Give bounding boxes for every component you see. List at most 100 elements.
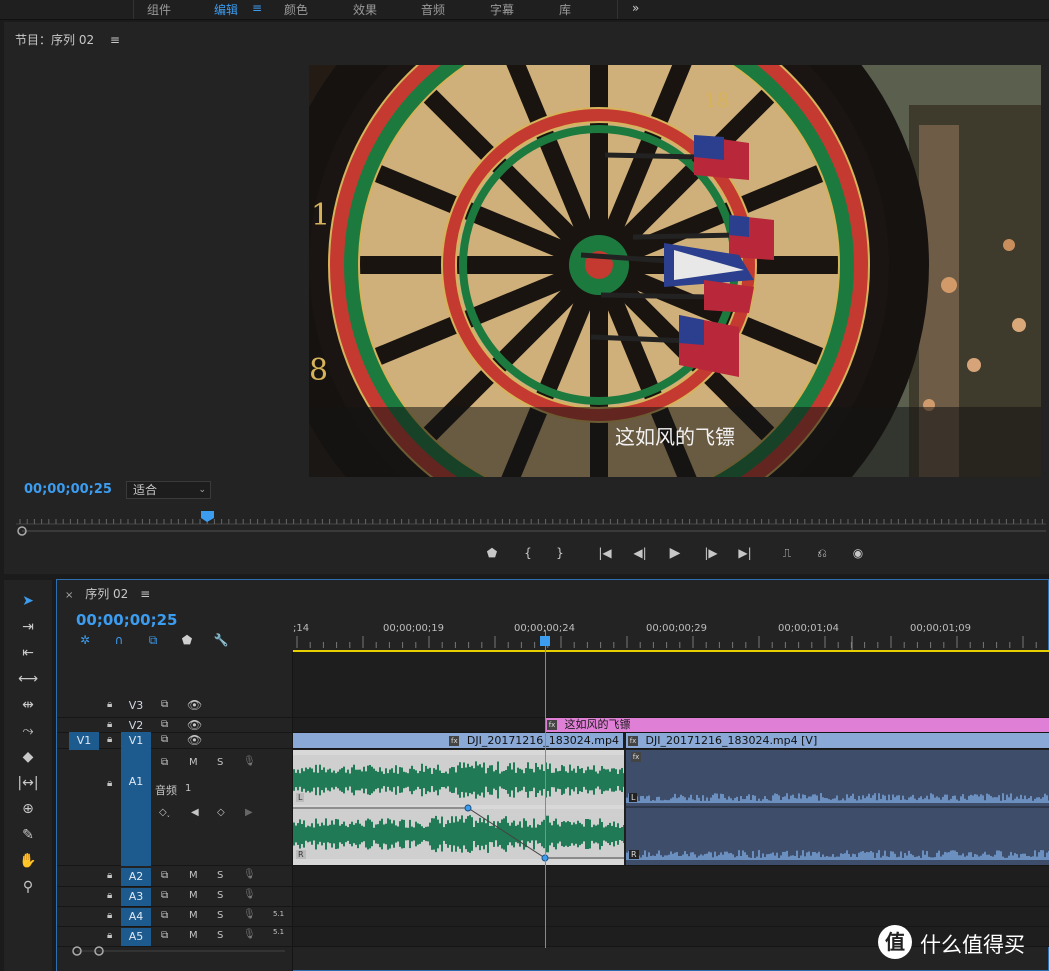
workspace-tab-effects[interactable]: 效果 [353, 1, 377, 18]
step-forward-icon[interactable]: |▶ [701, 544, 721, 562]
track-label-v1[interactable]: V1 [121, 732, 151, 750]
add-marker-icon[interactable]: ⬟ [177, 633, 197, 649]
step-back-icon[interactable]: ◀| [630, 544, 650, 562]
microphone-icon[interactable]: 🎙︎ [243, 869, 256, 880]
add-keyframe-icon[interactable]: ◇ [217, 807, 225, 818]
program-time-ruler[interactable] [16, 509, 1046, 525]
go-to-out-icon[interactable]: ▶| [735, 544, 755, 562]
rolling-edit-icon[interactable]: ⇹ [16, 694, 40, 716]
workspace-tab-libraries[interactable]: 库 [559, 1, 571, 18]
wrench-settings-icon[interactable]: 🔧 [211, 633, 231, 649]
workspace-tab-audio[interactable]: 音频 [421, 1, 445, 18]
workspace-tab-color[interactable]: 颜色 [284, 1, 308, 18]
solo-button[interactable]: S [217, 757, 223, 768]
workspace-tab-assembly[interactable]: 组件 [147, 1, 171, 18]
linked-selection-icon[interactable]: ⧉ [143, 633, 163, 649]
track-label-a2[interactable]: A2 [121, 868, 151, 886]
more-workspaces-icon[interactable]: » [632, 1, 639, 15]
workspace-menu-icon[interactable]: ≡ [252, 1, 262, 15]
eye-icon[interactable]: 👁︎ [187, 718, 202, 732]
workspace-tab-editing[interactable]: 编辑 [214, 1, 238, 18]
selection-tool-icon[interactable]: ➤ [16, 590, 40, 612]
playhead-handle[interactable] [540, 636, 550, 646]
timeline-ruler[interactable]: ;14 00;00;00;19 00;00;00;24 00;00;00;29 … [293, 618, 1049, 654]
video-clip-1[interactable]: fx DJI_20171216_183024.mp4 [293, 733, 623, 748]
keyframe-menu-icon[interactable]: ◇˯ [159, 807, 170, 818]
mark-out-icon[interactable]: } [550, 544, 570, 562]
sync-lock-icon[interactable]: ⧉ [161, 757, 168, 768]
track-select-backward-icon[interactable]: ⇤ [16, 642, 40, 664]
lock-icon[interactable]: 🔒︎ [107, 870, 112, 881]
panel-menu-icon[interactable]: ≡ [110, 33, 120, 47]
mark-in-icon[interactable]: { [518, 544, 538, 562]
playhead-line[interactable] [545, 630, 546, 948]
extract-icon[interactable]: ⎌ [812, 544, 832, 562]
hand-icon[interactable]: ✋ [16, 850, 40, 872]
audio-clip-1[interactable]: L R [293, 750, 624, 865]
playhead-timecode[interactable]: 00;00;00;25 [24, 482, 112, 497]
rate-stretch-icon[interactable]: ⤳ [16, 720, 40, 742]
timeline-timecode[interactable]: 00;00;00;25 [76, 611, 178, 629]
timeline-zoom-scrollbar[interactable] [65, 943, 285, 959]
pen-icon[interactable]: ✎ [16, 824, 40, 846]
sync-lock-icon[interactable]: ⧉ [161, 699, 168, 710]
sync-lock-icon[interactable]: ⧉ [161, 734, 168, 745]
mute-button[interactable]: M [189, 890, 198, 901]
microphone-icon[interactable]: 🎙︎ [243, 756, 256, 767]
source-patch-v1[interactable]: V1 [69, 732, 99, 750]
sequence-tab[interactable]: × 序列 02 ≡ [65, 585, 150, 602]
playhead-marker-icon[interactable] [201, 511, 214, 522]
track-label-v3[interactable]: V3 [121, 697, 151, 715]
lock-icon[interactable]: 🔒︎ [107, 890, 112, 901]
track-name-audio[interactable]: 音频 [155, 782, 177, 798]
eye-icon[interactable]: 👁︎ [187, 733, 202, 747]
mute-button[interactable]: M [189, 757, 198, 768]
lock-icon[interactable]: 🔒︎ [107, 910, 112, 921]
lock-icon[interactable]: 🔒︎ [107, 719, 112, 730]
track-label-a1[interactable]: A1 [121, 750, 151, 866]
lock-icon[interactable]: 🔒︎ [107, 930, 112, 941]
mute-button[interactable]: M [189, 910, 198, 921]
sync-lock-icon[interactable]: ⧉ [161, 719, 168, 730]
video-clip-2[interactable]: fx DJI_20171216_183024.mp4 [V] [626, 733, 1049, 748]
solo-button[interactable]: S [217, 890, 223, 901]
microphone-icon[interactable]: 🎙︎ [243, 909, 256, 920]
lock-icon[interactable]: 🔒︎ [107, 778, 112, 789]
zoom-icon[interactable]: ⚲ [16, 876, 40, 898]
audio-clip-2[interactable]: fx L R [626, 750, 1049, 865]
eye-icon[interactable]: 👁︎ [187, 698, 202, 712]
play-icon[interactable]: ▶ [665, 544, 685, 562]
program-zoom-scrollbar[interactable] [16, 525, 1046, 537]
sync-lock-icon[interactable]: ⧉ [161, 930, 168, 941]
track-select-forward-icon[interactable]: ⇥ [16, 616, 40, 638]
zoom-fit-select[interactable]: 适合 ⌄ [126, 481, 211, 499]
track-label-a4[interactable]: A4 [121, 908, 151, 926]
export-frame-camera-icon[interactable]: ◉ [848, 544, 868, 562]
close-icon[interactable]: × [65, 590, 73, 601]
slip-icon[interactable]: |↔| [16, 772, 40, 794]
program-monitor-title[interactable]: 节目：序列 02 ≡ [15, 31, 120, 48]
add-marker-icon[interactable]: ⬟ [482, 544, 502, 562]
workspace-tab-captions[interactable]: 字幕 [490, 1, 514, 18]
snap-magnet-icon[interactable]: ∩ [109, 633, 129, 649]
next-keyframe-icon[interactable]: ▶ [245, 807, 253, 818]
lock-icon[interactable]: 🔒︎ [107, 699, 112, 710]
microphone-icon[interactable]: 🎙︎ [243, 889, 256, 900]
lift-icon[interactable]: ⎍ [777, 544, 797, 562]
solo-button[interactable]: S [217, 910, 223, 921]
sync-lock-icon[interactable]: ⧉ [161, 890, 168, 901]
sync-lock-icon[interactable]: ⧉ [161, 910, 168, 921]
razor-icon[interactable]: ◆ [16, 746, 40, 768]
track-label-a3[interactable]: A3 [121, 888, 151, 906]
go-to-in-icon[interactable]: |◀ [595, 544, 615, 562]
lock-icon[interactable]: 🔒︎ [107, 734, 112, 745]
slide-icon[interactable]: ⊕ [16, 798, 40, 820]
nest-toggle-icon[interactable]: ✲ [75, 633, 95, 649]
microphone-icon[interactable]: 🎙︎ [243, 929, 256, 940]
sync-lock-icon[interactable]: ⧉ [161, 870, 168, 881]
solo-button[interactable]: S [217, 870, 223, 881]
panel-menu-icon[interactable]: ≡ [140, 587, 150, 601]
title-clip[interactable]: fx 这如风的飞镖 [545, 718, 1049, 732]
prev-keyframe-icon[interactable]: ◀ [191, 807, 199, 818]
ripple-edit-icon[interactable]: ⟷ [16, 668, 40, 690]
